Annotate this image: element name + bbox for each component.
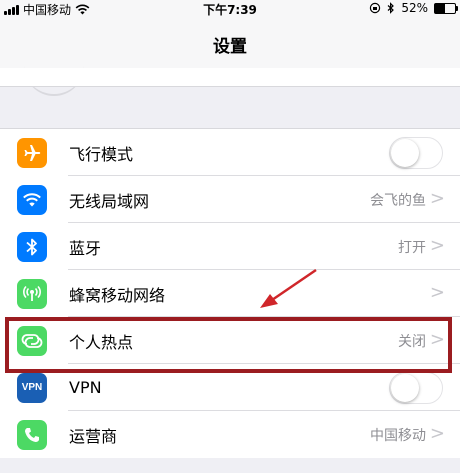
phone-icon	[17, 419, 47, 450]
settings-row-label: 运营商	[69, 426, 118, 446]
chevron-right-icon: >	[429, 282, 445, 303]
toggle-knob	[391, 138, 419, 167]
airplane-mode-toggle[interactable]	[389, 136, 443, 169]
bluetooth-icon	[17, 231, 47, 262]
chevron-right-icon: >	[429, 188, 445, 209]
vpn-toggle[interactable]	[389, 371, 443, 404]
toggle-knob	[391, 373, 419, 402]
cellular-icon	[17, 278, 47, 309]
settings-row-label: 蜂窝移动网络	[69, 285, 166, 305]
status-bar: 中国移动 下午7:39 52%	[0, 0, 460, 18]
page-title: 设置	[213, 37, 247, 57]
profile-row-edge[interactable]	[0, 68, 460, 87]
settings-row-value: 中国移动	[370, 427, 426, 444]
settings-row-carrier[interactable]: 运营商 中国移动 >	[0, 411, 460, 458]
wifi-icon	[17, 184, 47, 215]
settings-row-cellular[interactable]: 蜂窝移动网络 >	[0, 270, 460, 317]
airplane-icon	[17, 137, 47, 168]
settings-row-label: 无线局域网	[69, 191, 150, 211]
battery-icon	[434, 2, 458, 14]
chevron-right-icon: >	[429, 423, 445, 444]
chevron-right-icon: >	[429, 235, 445, 256]
settings-row-label: 蓝牙	[69, 238, 102, 258]
settings-row-bluetooth[interactable]: 蓝牙 打开 >	[0, 223, 460, 270]
navigation-bar: 设置	[0, 18, 460, 96]
highlight-box	[5, 317, 452, 373]
settings-row-value: 打开	[398, 239, 426, 256]
orientation-lock-icon	[370, 2, 381, 14]
settings-row-wifi[interactable]: 无线局域网 会飞的鱼 >	[0, 176, 460, 223]
settings-row-airplane-mode[interactable]: 飞行模式	[0, 129, 460, 176]
battery-percent: 52%	[401, 1, 428, 15]
settings-row-value: 会飞的鱼	[370, 192, 426, 209]
settings-row-label: VPN	[69, 378, 102, 397]
bluetooth-status-icon	[387, 2, 395, 14]
settings-list: 飞行模式 无线局域网 会飞的鱼 > 蓝牙 打开 > 蜂窝移动网络 > 个人热点	[0, 128, 460, 458]
vpn-icon: VPN	[17, 372, 47, 403]
settings-row-label: 飞行模式	[69, 144, 134, 164]
